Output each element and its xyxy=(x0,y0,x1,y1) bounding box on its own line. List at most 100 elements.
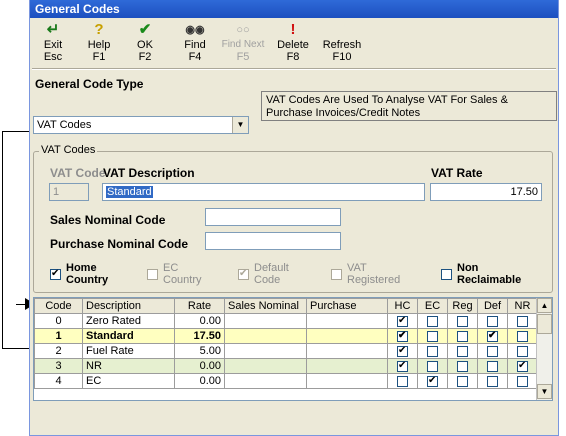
cell-sales-nominal[interactable] xyxy=(224,328,307,344)
table-row[interactable]: 2 Fuel Rate 5.00 xyxy=(34,343,538,359)
scroll-down-icon[interactable]: ▼ xyxy=(537,384,552,399)
cell-def[interactable] xyxy=(477,313,508,329)
table-row[interactable]: 0 Zero Rated 0.00 xyxy=(34,313,538,329)
nr-checkbox[interactable] xyxy=(517,315,528,327)
cell-code[interactable]: 4 xyxy=(34,373,83,389)
nr-checkbox[interactable] xyxy=(517,375,528,387)
nr-checkbox[interactable] xyxy=(517,330,528,342)
scroll-up-icon[interactable]: ▲ xyxy=(537,298,552,313)
cell-sales-nominal[interactable] xyxy=(224,343,307,359)
cell-reg[interactable] xyxy=(447,313,478,329)
reg-checkbox[interactable] xyxy=(457,360,468,372)
help-button[interactable]: ? Help F1 xyxy=(78,21,120,65)
home-country-checkbox[interactable]: HomeCountry xyxy=(50,262,108,286)
cell-sales-nominal[interactable] xyxy=(224,313,307,329)
column-header-purchase[interactable]: Purchase xyxy=(306,298,388,314)
column-header-rate[interactable]: Rate xyxy=(174,298,225,314)
cell-hc[interactable] xyxy=(387,358,418,374)
exit-button[interactable]: ↵ Exit Esc xyxy=(32,21,74,65)
table-row[interactable]: 1 Standard 17.50 xyxy=(34,328,538,344)
cell-description[interactable]: Zero Rated xyxy=(82,313,175,329)
cell-rate[interactable]: 0.00 xyxy=(174,358,225,374)
grid-vertical-scrollbar[interactable]: ▲ ▼ xyxy=(536,298,552,400)
ec-checkbox[interactable] xyxy=(427,345,438,357)
table-row[interactable]: 3 NR 0.00 xyxy=(34,358,538,374)
ec-checkbox[interactable] xyxy=(427,330,438,342)
cell-description[interactable]: EC xyxy=(82,373,175,389)
nr-checkbox[interactable] xyxy=(517,360,528,372)
hc-checkbox[interactable] xyxy=(397,315,408,327)
cell-code[interactable]: 1 xyxy=(34,328,83,344)
table-row[interactable]: 4 EC 0.00 xyxy=(34,373,538,389)
cell-rate[interactable]: 0.00 xyxy=(174,313,225,329)
cell-description[interactable]: Fuel Rate xyxy=(82,343,175,359)
cell-ec[interactable] xyxy=(417,358,448,374)
cell-hc[interactable] xyxy=(387,328,418,344)
column-header-hc[interactable]: HC xyxy=(387,298,418,314)
cell-hc[interactable] xyxy=(387,343,418,359)
cell-code[interactable]: 3 xyxy=(34,358,83,374)
vat-description-field[interactable]: Standard xyxy=(102,183,425,201)
column-header-ec[interactable]: EC xyxy=(417,298,448,314)
column-header-sales-nominal[interactable]: Sales Nominal xyxy=(224,298,307,314)
column-header-nr[interactable]: NR xyxy=(507,298,538,314)
vat-registered-checkbox[interactable]: VAT Registered xyxy=(331,262,400,286)
cell-description[interactable]: Standard xyxy=(82,328,175,344)
cell-rate[interactable]: 0.00 xyxy=(174,373,225,389)
default-code-checkbox[interactable]: DefaultCode xyxy=(238,262,289,286)
cell-nr[interactable] xyxy=(507,358,538,374)
def-checkbox[interactable] xyxy=(487,315,498,327)
cell-description[interactable]: NR xyxy=(82,358,175,374)
cell-sales-nominal[interactable] xyxy=(224,358,307,374)
cell-purchase[interactable] xyxy=(306,313,388,329)
hc-checkbox[interactable] xyxy=(397,345,408,357)
find-button[interactable]: ◉◉ Find F4 xyxy=(174,21,216,65)
cell-ec[interactable] xyxy=(417,313,448,329)
ec-checkbox[interactable] xyxy=(427,315,438,327)
cell-hc[interactable] xyxy=(387,313,418,329)
find-next-button[interactable]: ○○ Find Next F5 xyxy=(220,21,266,65)
def-checkbox[interactable] xyxy=(487,330,498,342)
cell-ec[interactable] xyxy=(417,328,448,344)
vat-code-field[interactable]: 1 xyxy=(49,183,89,201)
vat-rate-field[interactable]: 17.50 xyxy=(430,183,542,201)
column-header-reg[interactable]: Reg xyxy=(447,298,478,314)
cell-reg[interactable] xyxy=(447,358,478,374)
column-header-def[interactable]: Def xyxy=(477,298,508,314)
cell-def[interactable] xyxy=(477,343,508,359)
cell-def[interactable] xyxy=(477,358,508,374)
cell-nr[interactable] xyxy=(507,373,538,389)
delete-button[interactable]: ! Delete F8 xyxy=(272,21,314,65)
cell-def[interactable] xyxy=(477,373,508,389)
hc-checkbox[interactable] xyxy=(397,360,408,372)
refresh-button[interactable]: Refresh F10 xyxy=(318,21,366,65)
general-code-type-select[interactable]: VAT Codes ▼ xyxy=(33,116,249,134)
cell-nr[interactable] xyxy=(507,313,538,329)
hc-checkbox[interactable] xyxy=(397,375,408,387)
cell-code[interactable]: 2 xyxy=(34,343,83,359)
cell-rate[interactable]: 17.50 xyxy=(174,328,225,344)
ec-country-checkbox[interactable]: EC Country xyxy=(147,262,202,286)
cell-ec[interactable] xyxy=(417,373,448,389)
cell-purchase[interactable] xyxy=(306,373,388,389)
cell-reg[interactable] xyxy=(447,343,478,359)
cell-rate[interactable]: 5.00 xyxy=(174,343,225,359)
cell-code[interactable]: 0 xyxy=(34,313,83,329)
reg-checkbox[interactable] xyxy=(457,315,468,327)
def-checkbox[interactable] xyxy=(487,345,498,357)
def-checkbox[interactable] xyxy=(487,375,498,387)
cell-nr[interactable] xyxy=(507,328,538,344)
cell-ec[interactable] xyxy=(417,343,448,359)
sales-nominal-code-field[interactable] xyxy=(205,208,341,226)
column-header-code[interactable]: Code xyxy=(34,298,83,314)
ec-checkbox[interactable] xyxy=(427,360,438,372)
chevron-down-icon[interactable]: ▼ xyxy=(232,117,248,133)
column-header-description[interactable]: Description xyxy=(82,298,175,314)
cell-reg[interactable] xyxy=(447,373,478,389)
cell-sales-nominal[interactable] xyxy=(224,373,307,389)
cell-purchase[interactable] xyxy=(306,328,388,344)
cell-hc[interactable] xyxy=(387,373,418,389)
cell-reg[interactable] xyxy=(447,328,478,344)
ok-button[interactable]: ✔ OK F2 xyxy=(124,21,166,65)
cell-def[interactable] xyxy=(477,328,508,344)
